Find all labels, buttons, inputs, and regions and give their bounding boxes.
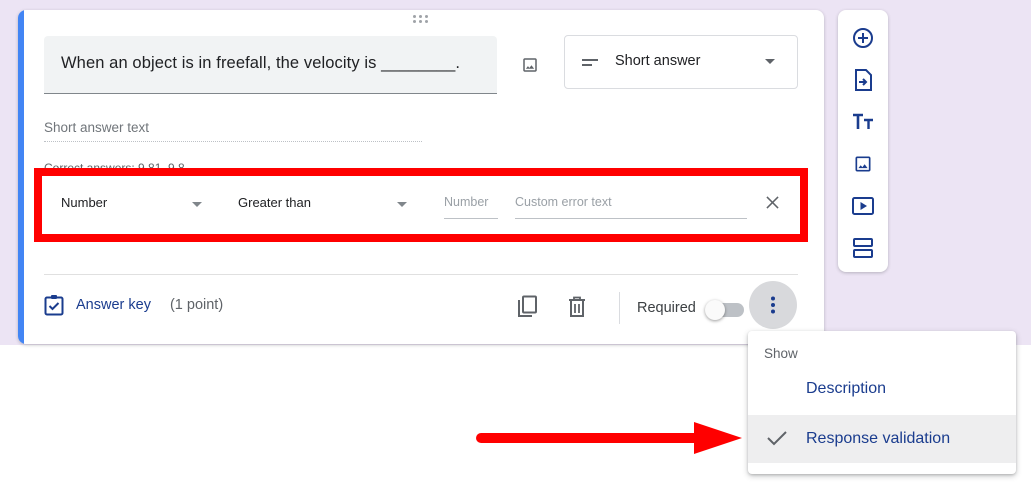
add-question-icon[interactable] (849, 24, 877, 52)
menu-show-header: Show (764, 346, 798, 361)
annotation-highlight-box (34, 168, 808, 242)
required-toggle-thumb[interactable] (705, 300, 725, 320)
card-accent-bar (18, 10, 24, 344)
menu-item-label: Response validation (806, 430, 951, 447)
menu-item-response-validation[interactable]: Response validation (748, 415, 1016, 463)
footer-divider (44, 274, 798, 275)
duplicate-icon[interactable] (513, 293, 541, 321)
drag-handle-icon[interactable] (413, 15, 433, 27)
delete-icon[interactable] (563, 293, 591, 321)
chevron-down-icon (765, 59, 775, 64)
short-answer-underline (44, 141, 422, 142)
add-section-icon[interactable] (849, 234, 877, 262)
question-type-label: Short answer (615, 53, 701, 69)
assignment-check-icon (44, 295, 64, 316)
question-type-dropdown[interactable]: Short answer (564, 35, 798, 89)
more-options-button[interactable] (749, 281, 797, 329)
add-video-icon[interactable] (849, 192, 877, 220)
menu-item-description[interactable]: Description (748, 365, 1016, 413)
check-icon (767, 431, 787, 446)
more-options-menu: Show Description Response validation (748, 331, 1016, 474)
question-title-field[interactable]: When an object is in freefall, the veloc… (44, 36, 497, 94)
import-questions-icon[interactable] (849, 66, 877, 94)
answer-key-label: Answer key (76, 297, 151, 313)
short-text-icon (582, 59, 598, 66)
answer-key-button[interactable]: Answer key (1 point) (44, 294, 223, 316)
points-label: (1 point) (169, 297, 224, 313)
short-answer-placeholder: Short answer text (44, 120, 150, 135)
question-title: When an object is in freefall, the veloc… (61, 54, 461, 72)
menu-item-label: Description (806, 380, 887, 397)
side-toolbar (838, 10, 888, 272)
more-vert-icon (771, 296, 775, 314)
required-label: Required (637, 300, 696, 316)
add-image-icon[interactable] (849, 150, 877, 178)
add-title-icon[interactable] (849, 108, 877, 136)
add-image-icon[interactable] (512, 47, 548, 83)
annotation-arrow-icon (476, 422, 742, 454)
correct-answers-text: Correct answers: 9.81, 9.8 (44, 161, 185, 168)
footer-separator (619, 292, 620, 324)
